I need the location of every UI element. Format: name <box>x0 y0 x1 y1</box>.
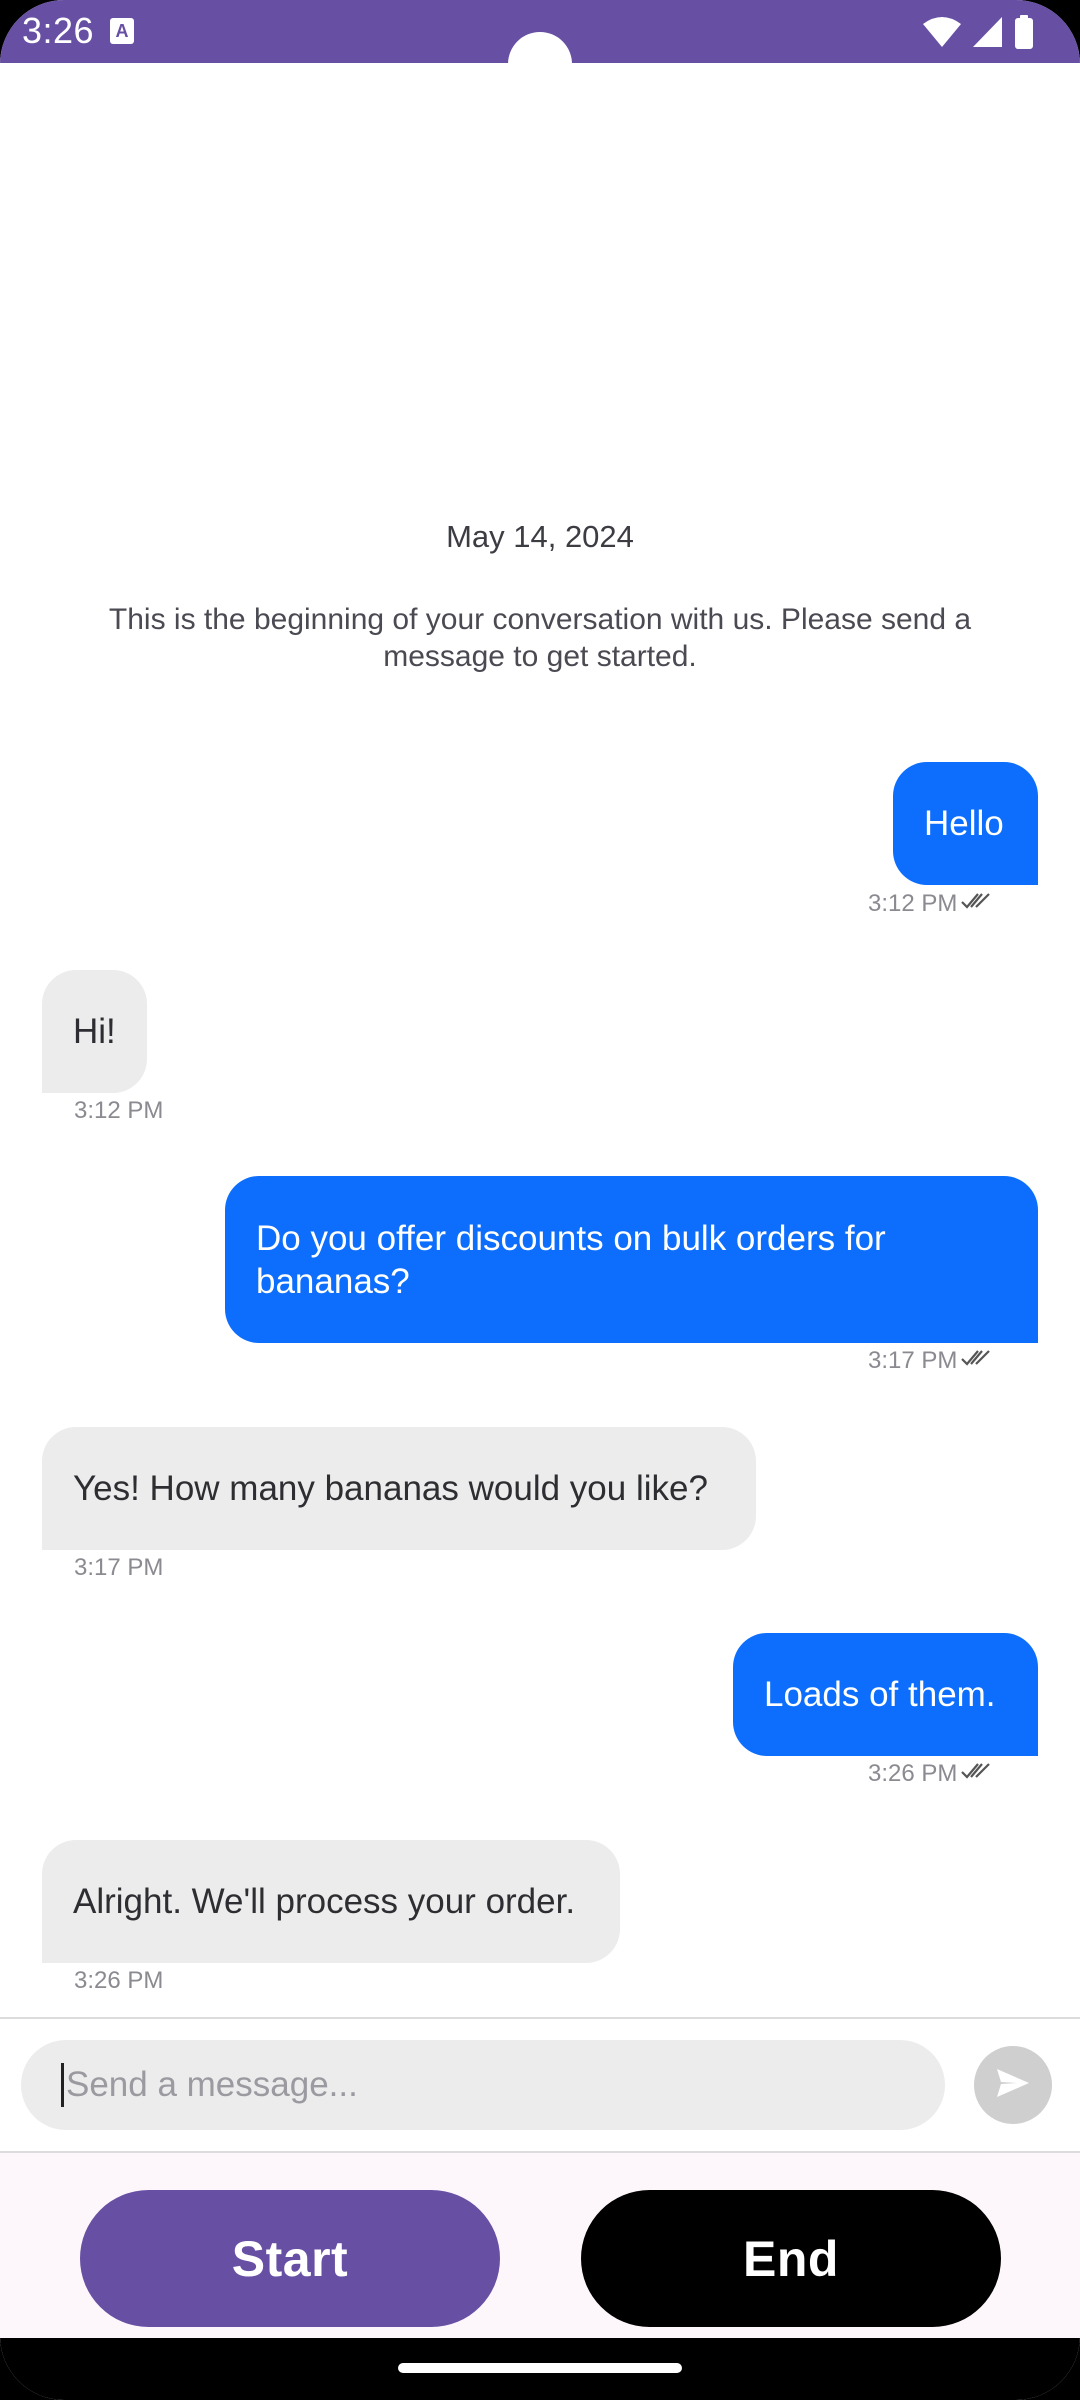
signal-icon <box>972 16 1004 48</box>
message-meta: 3:12 PM <box>868 889 991 919</box>
message-meta: 3:12 PM <box>74 1096 163 1126</box>
message-text: Loads of them. <box>764 1675 996 1714</box>
message-text: Hello <box>924 804 1004 843</box>
battery-icon <box>1014 15 1034 49</box>
send-icon <box>995 2067 1031 2104</box>
message-text: Alright. We'll process your order. <box>73 1882 576 1921</box>
outgoing-message-bubble[interactable]: Hello <box>893 762 1038 885</box>
double-check-icon <box>961 1346 991 1376</box>
conversation-date: May 14, 2024 <box>446 519 634 554</box>
wifi-icon <box>922 16 962 48</box>
message-meta: 3:26 PM <box>74 1966 163 1996</box>
message-time: 3:12 PM <box>74 1097 164 1124</box>
message-text: Do you offer discounts on bulk orders fo… <box>256 1218 886 1301</box>
message-input-placeholder: Send a message... <box>66 2065 358 2104</box>
notification-a-icon: A <box>110 18 134 44</box>
message-text: Yes! How many bananas would you like? <box>73 1469 708 1508</box>
incoming-message-bubble[interactable]: Yes! How many bananas would you like? <box>42 1427 756 1550</box>
conversation-intro: This is the beginning of your conversati… <box>108 603 972 673</box>
navigation-bar <box>0 2338 1080 2400</box>
message-meta: 3:17 PM <box>868 1346 991 1376</box>
message-time: 3:17 PM <box>868 1347 958 1374</box>
message-text: Hi! <box>73 1012 116 1051</box>
message-time: 3:26 PM <box>74 1967 164 1994</box>
message-time: 3:12 PM <box>868 890 958 917</box>
action-bar: Start End <box>0 2153 1080 2338</box>
double-check-icon <box>961 889 991 919</box>
status-time: 3:26 <box>22 10 95 51</box>
message-meta: 3:17 PM <box>74 1553 163 1583</box>
app-screen: 3:26 A May 14, 2024 This is the beginnin… <box>0 0 1080 2400</box>
outgoing-message-bubble[interactable]: Do you offer discounts on bulk orders fo… <box>225 1176 1038 1343</box>
chat-area[interactable]: May 14, 2024 This is the beginning of yo… <box>0 63 1080 2017</box>
end-button[interactable]: End <box>581 2190 1001 2327</box>
message-meta: 3:26 PM <box>868 1759 991 1789</box>
message-time: 3:17 PM <box>74 1554 164 1581</box>
message-input[interactable]: Send a message... <box>21 2040 945 2130</box>
text-caret <box>61 2063 64 2107</box>
message-time: 3:26 PM <box>868 1760 958 1787</box>
status-icons <box>922 14 1034 50</box>
start-button[interactable]: Start <box>80 2190 500 2327</box>
incoming-message-bubble[interactable]: Alright. We'll process your order. <box>42 1840 620 1963</box>
send-button[interactable] <box>974 2046 1052 2124</box>
incoming-message-bubble[interactable]: Hi! <box>42 970 147 1093</box>
outgoing-message-bubble[interactable]: Loads of them. <box>733 1633 1038 1756</box>
home-indicator[interactable] <box>398 2363 682 2373</box>
message-composer: Send a message... <box>0 2017 1080 2153</box>
double-check-icon <box>961 1759 991 1789</box>
